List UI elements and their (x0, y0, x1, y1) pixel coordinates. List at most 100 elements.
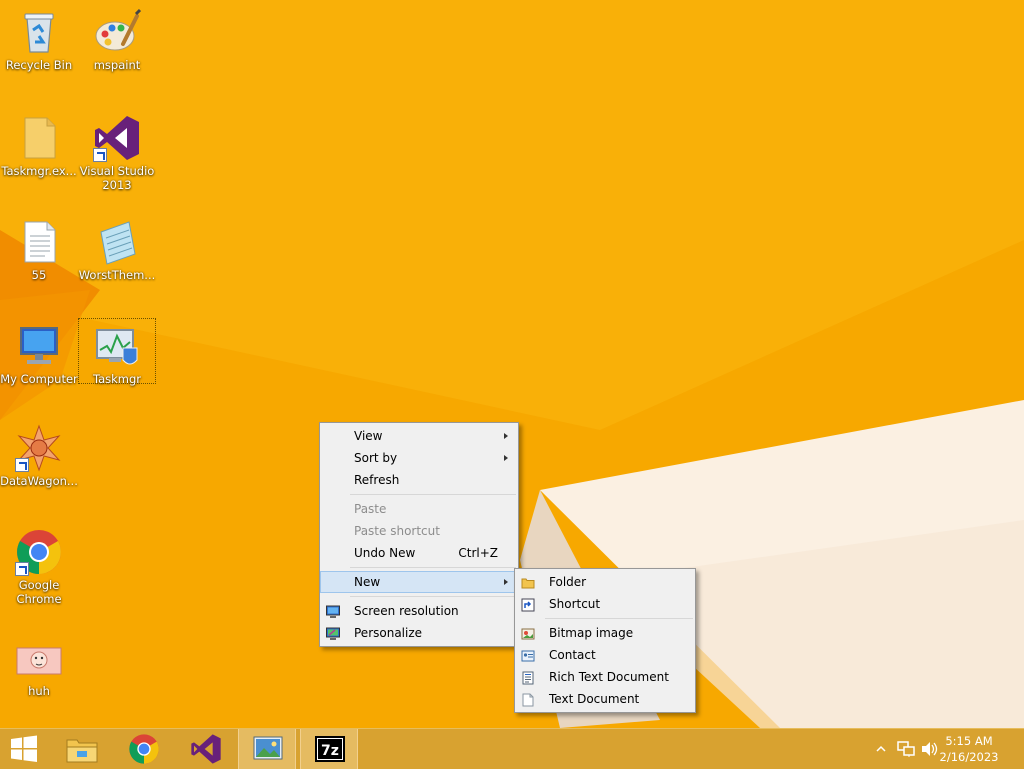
submenu-arrow-icon (504, 579, 508, 585)
taskbar-visual-studio[interactable] (178, 729, 234, 769)
desktop-icon-worstthem[interactable]: WorstThem... (78, 218, 156, 282)
desktop-icon-my-computer[interactable]: My Computer (0, 322, 78, 386)
menu-item-label: Paste (354, 502, 387, 516)
menu-item-screen-resolution[interactable]: Screen resolution (320, 600, 518, 622)
desktop-icon-label: Recycle Bin (5, 58, 73, 72)
new-menu-item-shortcut[interactable]: Shortcut (515, 593, 695, 615)
menu-item-label: Sort by (354, 451, 398, 465)
menu-item-paste-shortcut: Paste shortcut (320, 520, 518, 542)
menu-item-label: Text Document (549, 692, 640, 706)
menu-separator (350, 494, 516, 495)
menu-item-label: View (354, 429, 383, 443)
show-hidden-icons-chevron-icon[interactable] (876, 744, 886, 754)
menu-item-paste: Paste (320, 498, 518, 520)
rich-text-icon (521, 670, 535, 685)
submenu-arrow-icon (504, 455, 508, 461)
datawagon-icon (15, 424, 63, 472)
menu-item-label: New (354, 575, 381, 589)
clock-date: 2/16/2023 (939, 750, 999, 764)
menu-item-undo-new[interactable]: Undo New Ctrl+Z (320, 542, 518, 564)
new-menu-item-text-document[interactable]: Text Document (515, 688, 695, 710)
shortcut-icon (521, 597, 535, 612)
taskbar-clock[interactable]: 5:15 AM 2/16/2023 (934, 733, 1004, 765)
desktop-icon-label: 55 (31, 268, 47, 282)
desktop-icon-label: huh (28, 684, 50, 698)
visual-studio-icon (93, 114, 141, 162)
desktop-icon-label: My Computer (0, 372, 78, 386)
7zip-icon: 7z (315, 736, 345, 762)
image-viewer-icon (253, 736, 283, 760)
bitmap-image-icon (15, 634, 63, 682)
desktop-icon-label: DataWagon... (0, 474, 78, 488)
menu-separator (545, 618, 693, 619)
menu-item-label: Screen resolution (354, 604, 459, 618)
desktop-icon-huh[interactable]: huh (0, 634, 78, 698)
svg-text:7z: 7z (321, 743, 339, 759)
chrome-icon (15, 528, 63, 576)
menu-item-label: Personalize (354, 626, 423, 640)
desktop-icon-google-chrome[interactable]: Google Chrome (0, 528, 78, 606)
desktop-icon-taskmgr-exe[interactable]: Taskmgr.ex... (0, 114, 78, 178)
blank-file-icon (15, 114, 63, 162)
menu-item-shortcut: Ctrl+Z (458, 546, 498, 560)
taskbar-image-viewer[interactable] (238, 729, 296, 769)
recycle-bin-icon (15, 8, 63, 56)
new-menu-item-rich-text-document[interactable]: Rich Text Document (515, 666, 695, 688)
submenu-arrow-icon (504, 433, 508, 439)
taskbar-file-explorer[interactable] (54, 729, 110, 769)
clock-time: 5:15 AM (945, 734, 993, 748)
desktop-icon-label: Visual Studio 2013 (79, 164, 155, 192)
paint-palette-icon (93, 8, 142, 56)
desktop-icon-label: mspaint (93, 58, 141, 72)
desktop-icon-taskmgr[interactable]: Taskmgr (78, 318, 156, 386)
menu-item-label: Rich Text Document (549, 670, 669, 684)
folder-icon (521, 575, 535, 589)
network-icon[interactable] (897, 741, 915, 757)
desktop-icon-label: Taskmgr.ex... (1, 164, 77, 178)
menu-item-label: Refresh (354, 473, 400, 487)
desktop-icon-datawagon[interactable]: DataWagon... (0, 424, 78, 488)
windows-start-icon (11, 735, 37, 762)
desktop-icon-label: Google Chrome (16, 578, 62, 606)
desktop-icon-mspaint[interactable]: mspaint (78, 8, 156, 72)
task-manager-icon (93, 322, 141, 370)
menu-item-refresh[interactable]: Refresh (320, 469, 518, 491)
contact-icon (521, 648, 535, 662)
menu-separator (350, 567, 516, 568)
text-file-icon (15, 218, 63, 266)
desktop-icon-label: WorstThem... (78, 268, 156, 282)
menu-item-sort-by[interactable]: Sort by (320, 447, 518, 469)
menu-item-label: Contact (549, 648, 596, 662)
computer-icon (15, 322, 63, 370)
desktop-icon-55[interactable]: 55 (0, 218, 78, 282)
new-menu-item-bitmap-image[interactable]: Bitmap image (515, 622, 695, 644)
new-menu-item-folder[interactable]: Folder (515, 571, 695, 593)
visual-studio-icon (191, 734, 221, 764)
desktop-icon-label: Taskmgr (92, 372, 142, 386)
shortcut-arrow-icon (15, 458, 29, 472)
desktop-icon-recycle-bin[interactable]: Recycle Bin (0, 8, 78, 72)
menu-item-view[interactable]: View (320, 425, 518, 447)
personalize-icon (326, 626, 340, 640)
menu-separator (350, 596, 516, 597)
taskbar-chrome[interactable] (116, 729, 172, 769)
new-menu-item-contact[interactable]: Contact (515, 644, 695, 666)
menu-item-label: Paste shortcut (354, 524, 440, 538)
menu-item-personalize[interactable]: Personalize (320, 622, 518, 644)
notepad-icon (93, 218, 141, 266)
bitmap-icon (521, 626, 535, 640)
text-document-icon (521, 692, 535, 707)
desktop-context-menu: View Sort by Refresh Paste Paste shortcu… (319, 422, 519, 647)
menu-item-label: Shortcut (549, 597, 601, 611)
shortcut-arrow-icon (93, 148, 107, 162)
menu-item-new[interactable]: New (320, 571, 518, 593)
menu-item-label: Folder (549, 575, 587, 589)
desktop-icon-visual-studio-2013[interactable]: Visual Studio 2013 (78, 114, 156, 192)
taskbar-7zip[interactable]: 7z (300, 729, 358, 769)
screen-resolution-icon (326, 604, 340, 618)
start-button[interactable] (0, 729, 48, 769)
new-submenu: Folder Shortcut Bitmap image Contact Ric… (514, 568, 696, 713)
chrome-icon (129, 734, 159, 764)
shortcut-arrow-icon (15, 562, 29, 576)
menu-item-label: Bitmap image (549, 626, 634, 640)
